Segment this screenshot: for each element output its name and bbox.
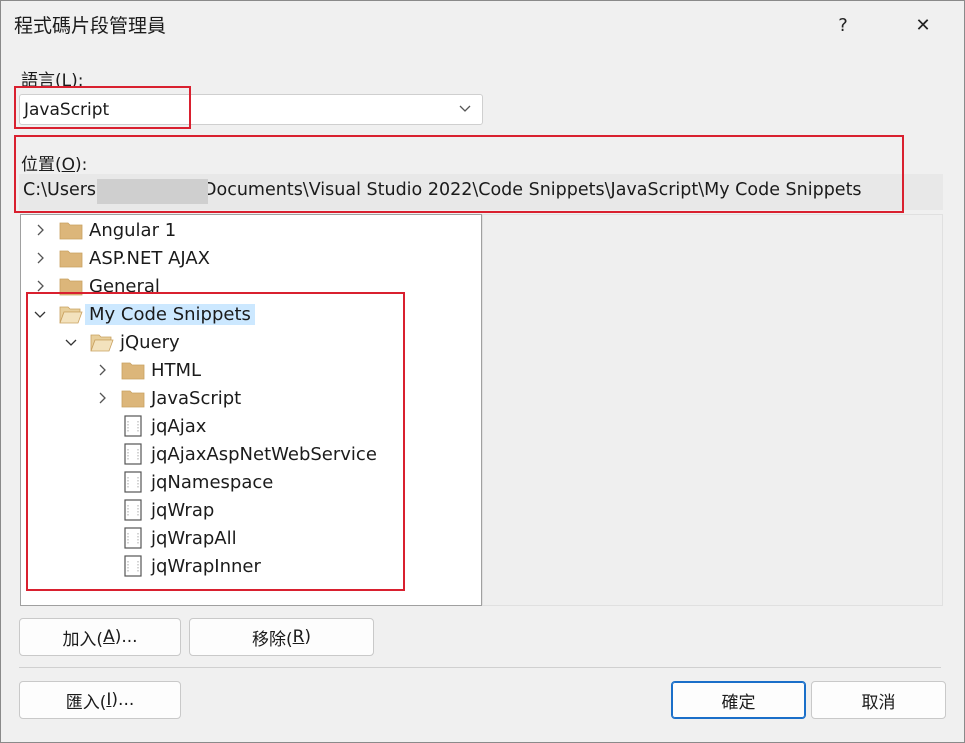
tree-item[interactable]: ASP.NET AJAX	[33, 245, 210, 271]
chevron-right-icon[interactable]	[95, 391, 109, 405]
close-button[interactable]: ✕	[903, 8, 943, 42]
tree-item-label: ASP.NET AJAX	[89, 247, 211, 269]
folder-icon	[121, 387, 145, 409]
chevron-right-icon[interactable]	[33, 223, 47, 237]
chevron-right-icon[interactable]	[33, 251, 47, 265]
cancel-button[interactable]: 取消	[811, 681, 946, 719]
chevron-right-icon[interactable]	[33, 279, 47, 293]
folder-icon	[59, 247, 83, 269]
folder-icon	[121, 359, 145, 381]
tree-item[interactable]: jqAjaxAspNetWebService	[95, 441, 377, 467]
tree-item-label: jqAjaxAspNetWebService	[151, 443, 377, 465]
help-icon: ?	[838, 14, 848, 36]
snippet-file-icon	[121, 499, 145, 521]
chevron-down-icon[interactable]	[33, 307, 47, 321]
help-button[interactable]: ?	[823, 8, 863, 42]
location-label: 位置(O):	[21, 155, 88, 175]
language-label: 語言(L):	[21, 71, 84, 91]
snippet-file-icon	[121, 527, 145, 549]
language-dropdown[interactable]: JavaScript	[19, 94, 483, 125]
folder-icon	[59, 219, 83, 241]
dialog-title: 程式碼片段管理員	[14, 15, 167, 37]
tree-item[interactable]: General	[33, 273, 160, 299]
chevron-right-icon[interactable]	[95, 363, 109, 377]
tree-item-label: jqWrapInner	[151, 555, 261, 577]
tree-item[interactable]: jqWrapAll	[95, 525, 237, 551]
import-button[interactable]: 匯入(I)...	[19, 681, 181, 719]
snippet-file-icon	[121, 415, 145, 437]
tree-item[interactable]: HTML	[95, 357, 201, 383]
snippet-file-icon	[121, 555, 145, 577]
tree-item-label: jqWrap	[151, 499, 215, 521]
add-button[interactable]: 加入(A)...	[19, 618, 181, 656]
tree-item[interactable]: jqWrap	[95, 497, 214, 523]
folder-icon	[59, 275, 83, 297]
language-selected: JavaScript	[24, 100, 110, 120]
tree-item-label: Angular 1	[89, 219, 177, 241]
ok-button[interactable]: 確定	[671, 681, 806, 719]
close-icon: ✕	[915, 14, 931, 36]
tree-item[interactable]: jqNamespace	[95, 469, 273, 495]
tree-item[interactable]: jqWrapInner	[95, 553, 261, 579]
divider	[19, 667, 941, 668]
tree-item[interactable]: JavaScript	[95, 385, 241, 411]
tree-item-label: JavaScript	[151, 387, 242, 409]
folder-open-icon	[59, 303, 83, 325]
snippet-detail-pane	[482, 214, 943, 606]
chevron-down-icon[interactable]	[64, 335, 78, 349]
remove-button[interactable]: 移除(R)	[189, 618, 374, 656]
tree-item[interactable]: jQuery	[64, 329, 180, 355]
snippet-file-icon	[121, 471, 145, 493]
redacted-username	[97, 179, 208, 204]
tree-item-label: General	[89, 275, 160, 297]
tree-item-label: HTML	[151, 359, 202, 381]
tree-item-label: jqNamespace	[151, 471, 274, 493]
chevron-down-icon	[459, 105, 471, 112]
folder-open-icon	[90, 331, 114, 353]
tree-item[interactable]: My Code Snippets	[33, 301, 255, 327]
tree-item-label: jqAjax	[151, 415, 207, 437]
snippet-file-icon	[121, 443, 145, 465]
tree-item[interactable]: jqAjax	[95, 413, 206, 439]
tree-item-label: jQuery	[120, 331, 180, 353]
tree-item-label: jqWrapAll	[151, 527, 237, 549]
tree-item-label: My Code Snippets	[85, 303, 255, 325]
tree-item[interactable]: Angular 1	[33, 217, 176, 243]
